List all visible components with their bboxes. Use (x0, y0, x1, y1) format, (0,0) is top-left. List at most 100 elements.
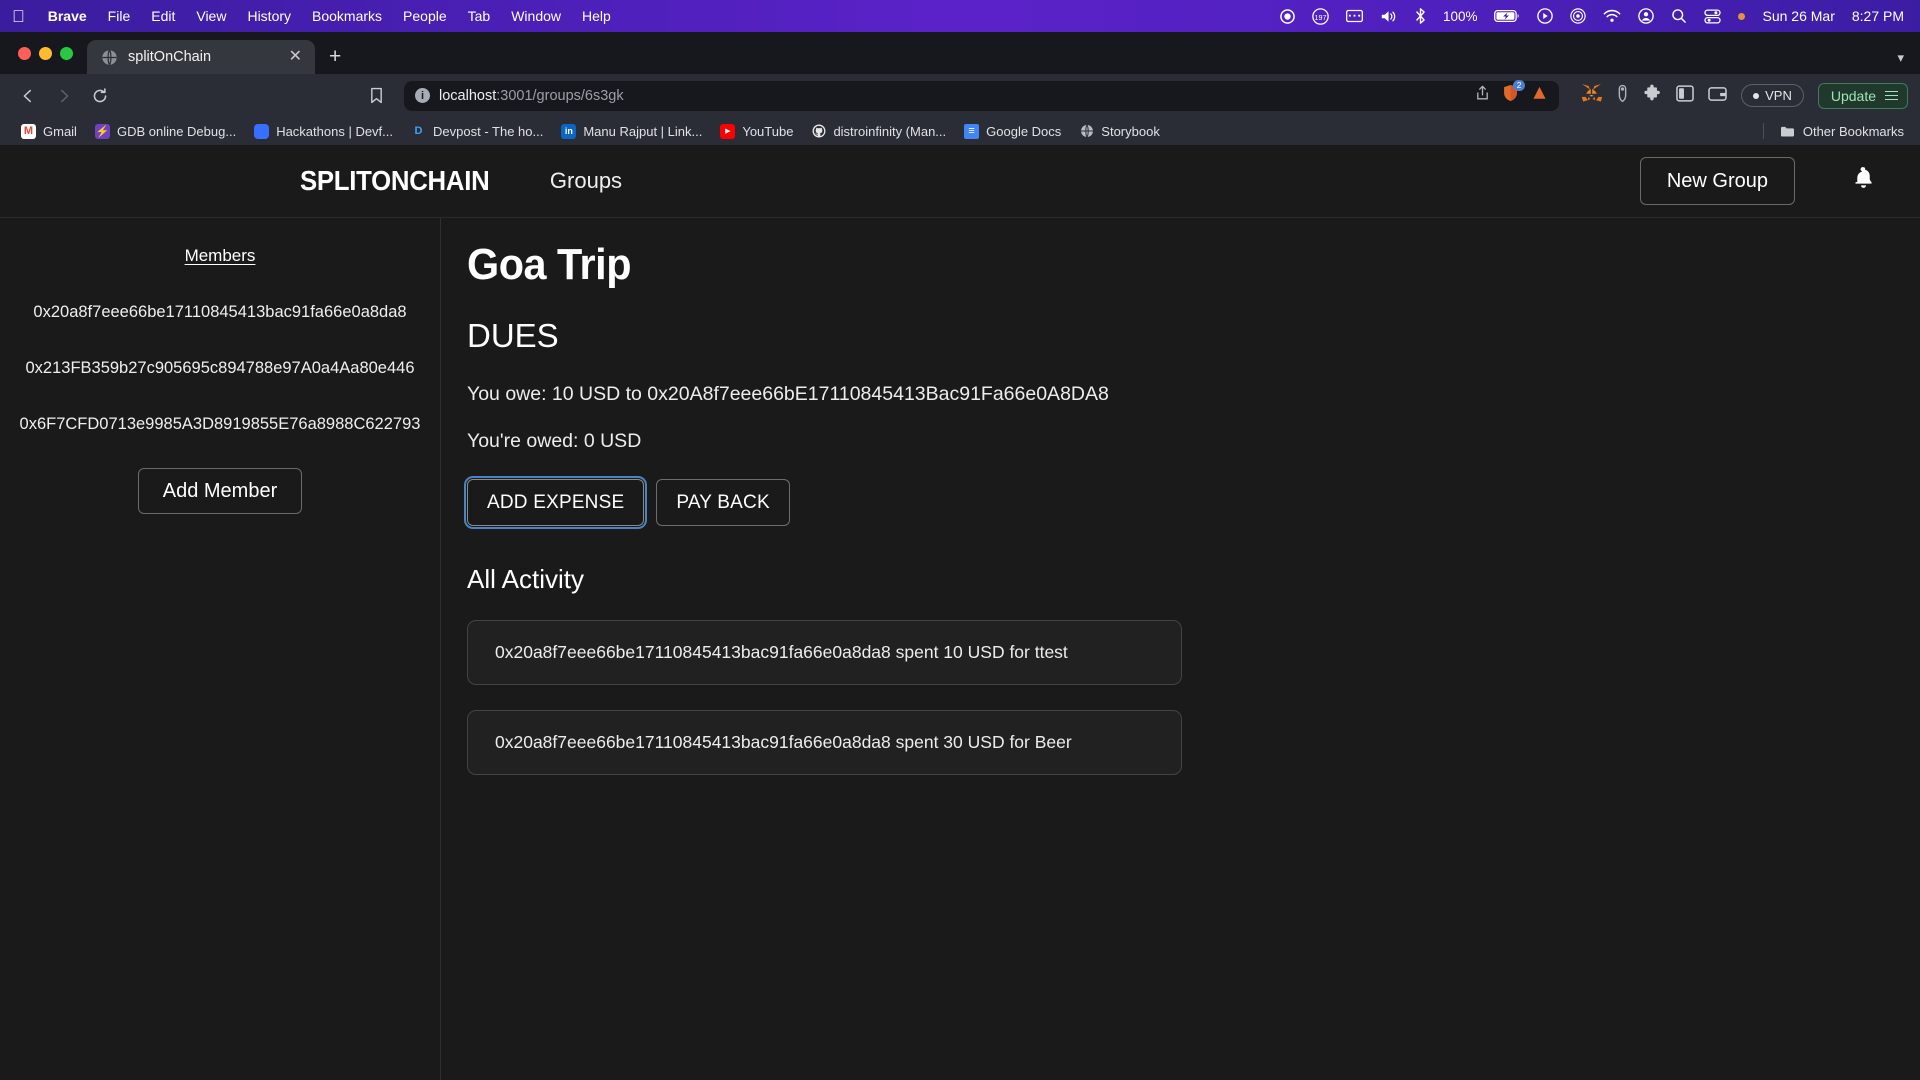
menu-tab[interactable]: Tab (468, 8, 491, 24)
menu-view[interactable]: View (196, 8, 226, 24)
bluetooth-icon[interactable] (1415, 8, 1426, 24)
play-circle-icon[interactable] (1537, 8, 1554, 24)
add-member-button[interactable]: Add Member (137, 468, 303, 514)
bookmark-label: YouTube (742, 123, 794, 139)
keyboard-icon[interactable] (1345, 9, 1363, 23)
extensions-puzzle-icon[interactable] (1643, 84, 1662, 108)
activity-heading: All Activity (467, 564, 585, 594)
orange-status-dot (1738, 12, 1746, 20)
forward-arrow-icon[interactable] (48, 80, 80, 112)
menubar-status-items: 197 100% Sun 26 Mar 8:27 PM (1280, 7, 1908, 25)
battery-charging-icon[interactable] (1494, 9, 1520, 23)
apple-logo-icon[interactable]:  (12, 8, 25, 25)
bookmark-google-docs[interactable]: ≡ Google Docs (955, 121, 1070, 142)
control-center-icon[interactable] (1704, 8, 1722, 24)
stats-counter-icon[interactable]: 197 (1312, 7, 1329, 25)
reload-icon[interactable] (84, 80, 116, 112)
nav-link-groups[interactable]: Groups (550, 168, 622, 194)
gmail-icon: M (21, 123, 36, 139)
vpn-label: VPN (1765, 88, 1792, 103)
vpn-status-dot (1753, 92, 1760, 99)
bookmark-github-distroinfinity[interactable]: distroinfinity (Man... (802, 121, 955, 142)
app-header: SPLITONCHAIN Groups New Group (0, 145, 1920, 218)
hamburger-menu-icon[interactable] (1885, 90, 1898, 101)
header-actions: New Group (1639, 157, 1876, 205)
brave-shields-icon[interactable]: 2 (1502, 80, 1526, 107)
members-heading: Members (184, 246, 256, 265)
window-traffic-lights (14, 32, 87, 74)
app-brand-logo[interactable]: SPLITONCHAIN (300, 165, 490, 197)
svg-text:197: 197 (1314, 12, 1326, 21)
maximize-window-button[interactable] (60, 46, 73, 60)
globe-icon (1079, 124, 1094, 139)
bookmark-icon[interactable] (360, 80, 392, 112)
new-group-button[interactable]: New Group (1639, 157, 1795, 205)
bookmark-label: Google Docs (986, 123, 1062, 139)
menu-brave[interactable]: Brave (48, 8, 87, 24)
toolbar-right-actions: VPN Update (1571, 82, 1908, 109)
account-circle-icon[interactable] (1638, 8, 1655, 24)
google-docs-icon: ≡ (964, 123, 980, 139)
share-icon[interactable] (1475, 85, 1490, 106)
pay-back-button[interactable]: PAY BACK (656, 479, 790, 526)
airdrop-icon[interactable] (1570, 8, 1587, 24)
battery-percent-label: 100% (1442, 8, 1478, 24)
dues-heading: DUES (467, 317, 559, 354)
browser-toolbar: i localhost:3001/groups/6s3gk 2 VPN Upda… (0, 74, 1920, 117)
minimize-window-button[interactable] (39, 46, 52, 60)
menu-people[interactable]: People (403, 8, 447, 24)
brave-rewards-icon[interactable] (1708, 85, 1727, 107)
splitonchain-app: SPLITONCHAIN Groups New Group Members 0x… (0, 145, 1920, 1080)
other-bookmarks-label: Other Bookmarks (1802, 123, 1904, 139)
bookmark-label: Manu Rajput | Link... (583, 123, 703, 139)
youre-owed-text: You're owed: 0 USD (467, 430, 642, 452)
menu-bookmarks[interactable]: Bookmarks (312, 8, 382, 24)
spotlight-search-icon[interactable] (1671, 8, 1687, 24)
metamask-fox-icon[interactable] (1581, 83, 1603, 108)
volume-icon[interactable] (1380, 9, 1398, 24)
bookmark-youtube[interactable]: ▶ YouTube (711, 121, 802, 142)
members-sidebar: Members 0x20a8f7eee66be17110845413bac91f… (0, 218, 441, 1080)
bookmark-gmail[interactable]: M Gmail (12, 121, 86, 142)
bookmark-devpost[interactable]: D Devpost - The ho... (402, 121, 552, 142)
back-arrow-icon[interactable] (12, 80, 44, 112)
brave-browser-chrome: splitOnChain ✕ + ▾ i localhost:3001/grou… (0, 32, 1920, 145)
devfolio-icon (254, 123, 270, 139)
menubar-time[interactable]: 8:27 PM (1852, 8, 1904, 24)
bookmark-storybook[interactable]: Storybook (1070, 121, 1169, 142)
update-button[interactable]: Update (1817, 82, 1908, 109)
menu-file[interactable]: File (108, 8, 131, 24)
vpn-button[interactable]: VPN (1741, 84, 1804, 107)
url-path: :3001/groups/6s3gk (496, 87, 624, 104)
menu-help[interactable]: Help (582, 8, 611, 24)
menu-window[interactable]: Window (511, 8, 561, 24)
menu-history[interactable]: History (247, 8, 291, 24)
chevron-down-icon[interactable]: ▾ (1897, 50, 1920, 74)
globe-icon (101, 49, 118, 66)
address-bar-actions: 2 (1475, 80, 1548, 107)
browser-tab[interactable]: splitOnChain ✕ (87, 40, 315, 74)
other-bookmarks-button[interactable]: Other Bookmarks (1762, 123, 1908, 139)
bookmark-hackathons-devfolio[interactable]: Hackathons | Devf... (245, 121, 402, 142)
member-address[interactable]: 0x20a8f7eee66be17110845413bac91fa66e0a8d… (33, 303, 406, 322)
brave-leo-icon[interactable] (1531, 85, 1548, 107)
dues-action-buttons: ADD EXPENSE PAY BACK (463, 476, 1920, 529)
notification-bell-icon[interactable] (1851, 165, 1876, 198)
bookmark-linkedin[interactable]: in Manu Rajput | Link... (552, 121, 711, 142)
brave-wallet-icon[interactable] (1616, 84, 1629, 107)
not-secure-info-icon[interactable]: i (415, 88, 430, 103)
close-icon[interactable]: ✕ (286, 49, 305, 65)
wifi-icon[interactable] (1603, 9, 1621, 23)
member-address[interactable]: 0x6F7CFD0713e9985A3D8919855E76a8988C6227… (20, 415, 421, 434)
new-tab-button[interactable]: + (315, 40, 355, 74)
bookmark-label: Gmail (43, 123, 77, 139)
record-icon[interactable] (1280, 8, 1295, 24)
menubar-date[interactable]: Sun 26 Mar (1762, 8, 1834, 24)
menu-edit[interactable]: Edit (151, 8, 175, 24)
bookmark-gdb-online[interactable]: ⚡ GDB online Debug... (86, 121, 245, 142)
add-expense-button[interactable]: ADD EXPENSE (463, 476, 648, 529)
address-bar[interactable]: i localhost:3001/groups/6s3gk 2 (404, 80, 1560, 111)
member-address[interactable]: 0x213FB359b27c905695c894788e97A0a4Aa80e4… (25, 359, 414, 378)
sidebar-toggle-icon[interactable] (1676, 84, 1694, 107)
close-window-button[interactable] (18, 46, 31, 60)
